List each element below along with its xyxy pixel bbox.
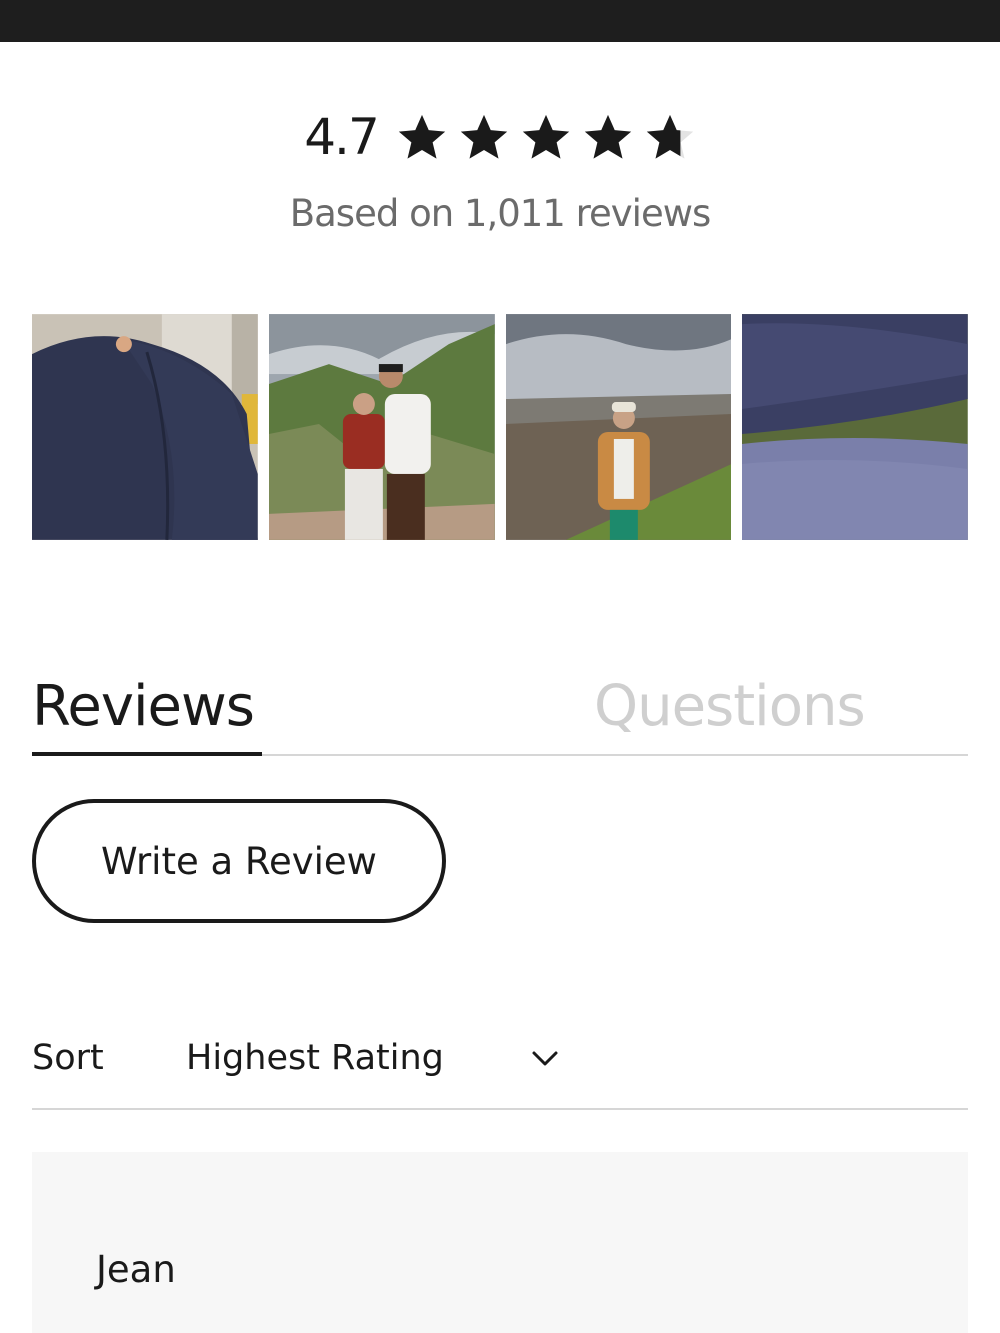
star-icon	[522, 114, 569, 159]
review-count: Based on 1,011 reviews	[289, 192, 712, 235]
chevron-down-icon[interactable]	[530, 1048, 560, 1070]
tab-reviews[interactable]: Reviews	[32, 674, 255, 739]
review-photo[interactable]	[268, 314, 495, 540]
tab-questions[interactable]: Questions	[594, 674, 866, 739]
sort-dropdown[interactable]: Sort Highest Rating	[32, 1020, 968, 1110]
review-card: Jean	[32, 1152, 968, 1333]
reviewer-name: Jean	[96, 1248, 176, 1291]
star-icon	[584, 114, 631, 159]
sort-label: Sort	[32, 1038, 104, 1078]
rating-summary: 4.7	[0, 108, 1000, 166]
average-rating: 4.7	[304, 108, 380, 166]
review-photo-strip	[32, 314, 968, 540]
write-review-button[interactable]: Write a Review	[32, 799, 446, 923]
reviews-questions-tabs: Reviews Questions	[32, 660, 968, 756]
review-photo[interactable]	[742, 314, 968, 540]
sort-selected-value[interactable]: Highest Rating	[186, 1038, 444, 1078]
partial-star-icon	[646, 114, 693, 159]
top-status-bar	[0, 0, 1000, 42]
star-rating	[396, 111, 696, 163]
review-photo[interactable]	[32, 314, 258, 540]
review-photo[interactable]	[505, 314, 732, 540]
star-icon	[460, 114, 507, 159]
active-tab-indicator	[32, 752, 262, 756]
star-icon	[398, 114, 445, 159]
